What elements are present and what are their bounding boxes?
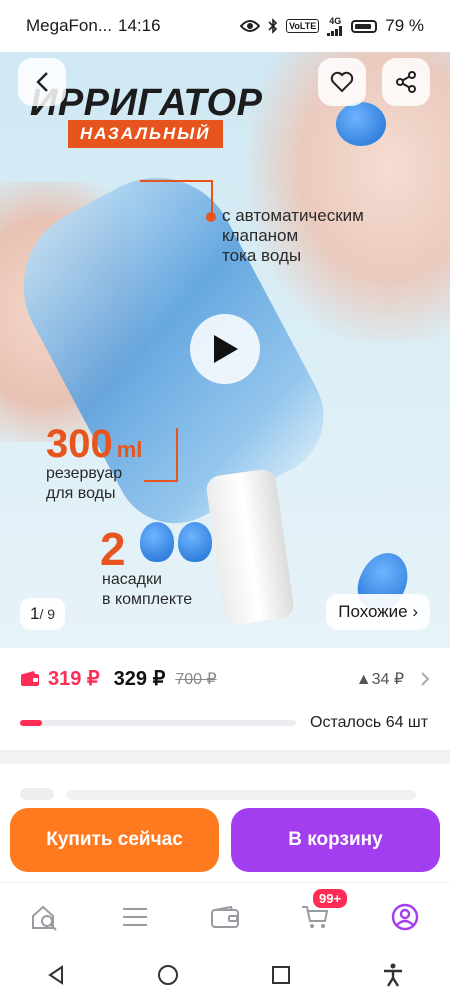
stock-row: Осталось 64 шт: [20, 714, 430, 732]
price-change-value: ▲34 ₽: [355, 670, 404, 688]
price-row[interactable]: 319 ₽ 329 ₽ 700 ₽ ▲34 ₽: [20, 666, 430, 691]
share-button[interactable]: [382, 58, 430, 106]
old-price: 700 ₽: [175, 670, 217, 688]
similar-button[interactable]: Похожие ›: [326, 594, 430, 630]
share-icon: [396, 71, 416, 93]
heart-icon: [330, 71, 354, 93]
tab-cart[interactable]: 99+: [293, 887, 350, 939]
gallery-counter: 1/ 9: [20, 598, 66, 630]
wallet-tab-icon: [211, 906, 239, 928]
clock: 14:16: [118, 16, 161, 35]
reservoir-unit: ml: [116, 437, 143, 462]
stock-progress: [20, 720, 296, 726]
wallet-icon: [21, 670, 39, 686]
chevron-right-icon: [421, 671, 430, 686]
network-type: 4G: [329, 15, 342, 26]
callout-line: [176, 428, 178, 480]
status-bar: MegaFon... 14:16 VoLTE 4G 79 %: [0, 0, 450, 52]
reservoir-text: резервуар для воды: [46, 465, 123, 502]
stock-label: Осталось 64 шт: [310, 714, 429, 731]
callout-line: [140, 180, 212, 182]
nozzles-text: насадки в комплекте: [102, 571, 193, 608]
chevron-left-icon: [36, 72, 48, 92]
bluetooth-icon: [268, 18, 278, 34]
back-button[interactable]: [18, 58, 66, 106]
nav-home-icon[interactable]: [157, 964, 179, 986]
home-search-icon: [32, 905, 57, 931]
battery-icon: [351, 19, 378, 33]
placeholder-block: [20, 788, 54, 800]
placeholder-block: [66, 790, 416, 800]
carrier-name: MegaFon...: [26, 16, 112, 35]
reservoir-value: 300: [46, 422, 113, 466]
price-change: ▲34 ₽: [356, 669, 430, 689]
gallery-total: / 9: [39, 606, 56, 622]
accessibility-icon[interactable]: [382, 963, 404, 987]
wallet-price: 319 ₽: [48, 668, 100, 690]
tab-wallet[interactable]: [203, 895, 247, 939]
nozzles-illustration: [140, 522, 212, 562]
next-section-placeholder: [0, 764, 450, 804]
signal-icon: 4G: [327, 15, 343, 36]
tab-catalog[interactable]: [113, 895, 157, 939]
nav-recents-icon[interactable]: [271, 965, 291, 985]
nozzle-in-nose: [336, 102, 386, 146]
battery-level: 79 %: [385, 16, 424, 35]
system-navigation-bar: [0, 950, 450, 1000]
section-divider: [0, 750, 450, 764]
tab-profile[interactable]: [383, 895, 427, 939]
product-banner-subtitle: НАЗАЛЬНЫЙ: [68, 120, 223, 148]
callout-dot: [206, 212, 216, 222]
menu-icon: [123, 908, 147, 926]
tab-home[interactable]: [23, 895, 67, 939]
product-gallery[interactable]: ИРРИГАТОР НАЗАЛЬНЫЙ с автоматическим кла…: [0, 52, 450, 648]
eye-icon: [240, 19, 261, 33]
callout-line: [144, 480, 178, 482]
stock-progress-fill: [20, 720, 43, 726]
regular-price: 329 ₽: [113, 668, 166, 690]
action-bar: Купить сейчас В корзину: [0, 804, 450, 882]
price-card: 319 ₽ 329 ₽ 700 ₽ ▲34 ₽ Осталось 64 шт: [0, 648, 450, 750]
favorite-button[interactable]: [318, 58, 366, 106]
volte-indicator: VoLTE: [286, 19, 320, 33]
cart-badge: 99+: [311, 887, 350, 910]
profile-icon: [391, 903, 419, 931]
reservoir-volume: 300 ml: [46, 422, 142, 467]
tube-illustration: [204, 467, 296, 627]
nozzles-count: 2: [100, 523, 126, 575]
add-to-cart-button[interactable]: В корзину: [231, 808, 440, 872]
callout-line: [211, 180, 213, 216]
bottom-tab-bar: 99+: [0, 882, 450, 951]
buy-now-button[interactable]: Купить сейчас: [10, 808, 219, 872]
play-video-button[interactable]: [190, 314, 260, 384]
feature-valve-text: с автоматическим клапаном тока воды: [222, 206, 364, 265]
nav-back-icon[interactable]: [46, 965, 66, 985]
play-icon: [214, 335, 238, 363]
